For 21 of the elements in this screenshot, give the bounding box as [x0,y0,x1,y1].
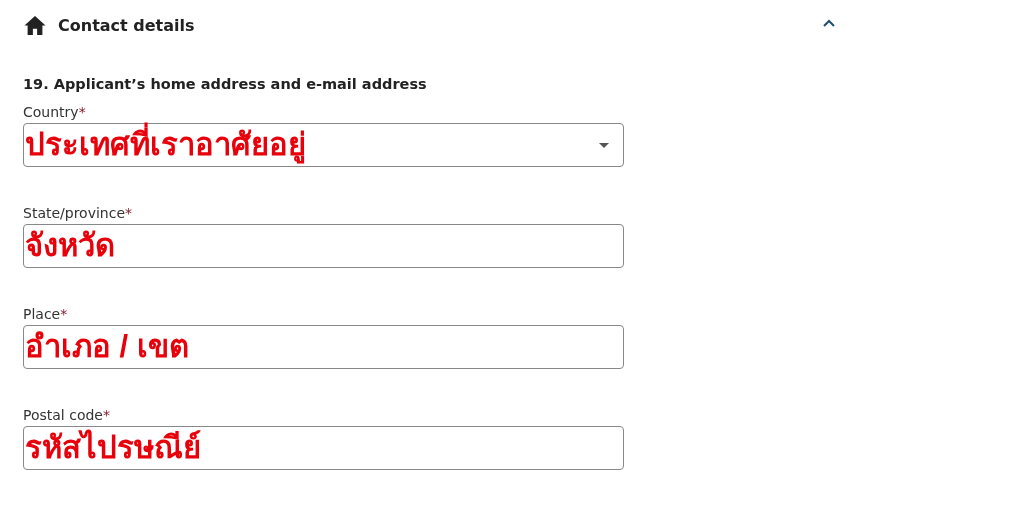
input-field[interactable]: รหัสไปรษณีย์ [23,426,624,470]
annotation-text: ประเทศที่เราอาศัยอยู่ [25,124,306,166]
home-icon [24,15,46,35]
chevron-icon[interactable] [823,19,835,27]
question-title: 19. Applicant’s home address and e-mail address [23,76,428,92]
required-mark: * [125,205,133,221]
caret-icon [599,142,609,148]
annotation-text: จังหวัด [25,227,115,265]
input-field[interactable]: อำเภอ / เขต [23,325,624,369]
annotation-text: อำเภอ / เขต [25,328,189,366]
required-mark: * [78,104,86,120]
required-mark: * [60,306,68,322]
field-label: State/province [23,205,126,221]
field-label: Postal code [23,407,103,423]
field-label: Country [23,104,79,120]
field-label: Place [23,306,61,322]
input-field[interactable]: จังหวัด [23,224,624,268]
annotation-text: รหัสไปรษณีย์ [25,428,201,467]
section-title: Contact details [58,15,196,35]
required-mark: * [103,407,110,423]
country-dropdown[interactable]: ประเทศที่เราอาศัยอยู่ [23,123,624,167]
